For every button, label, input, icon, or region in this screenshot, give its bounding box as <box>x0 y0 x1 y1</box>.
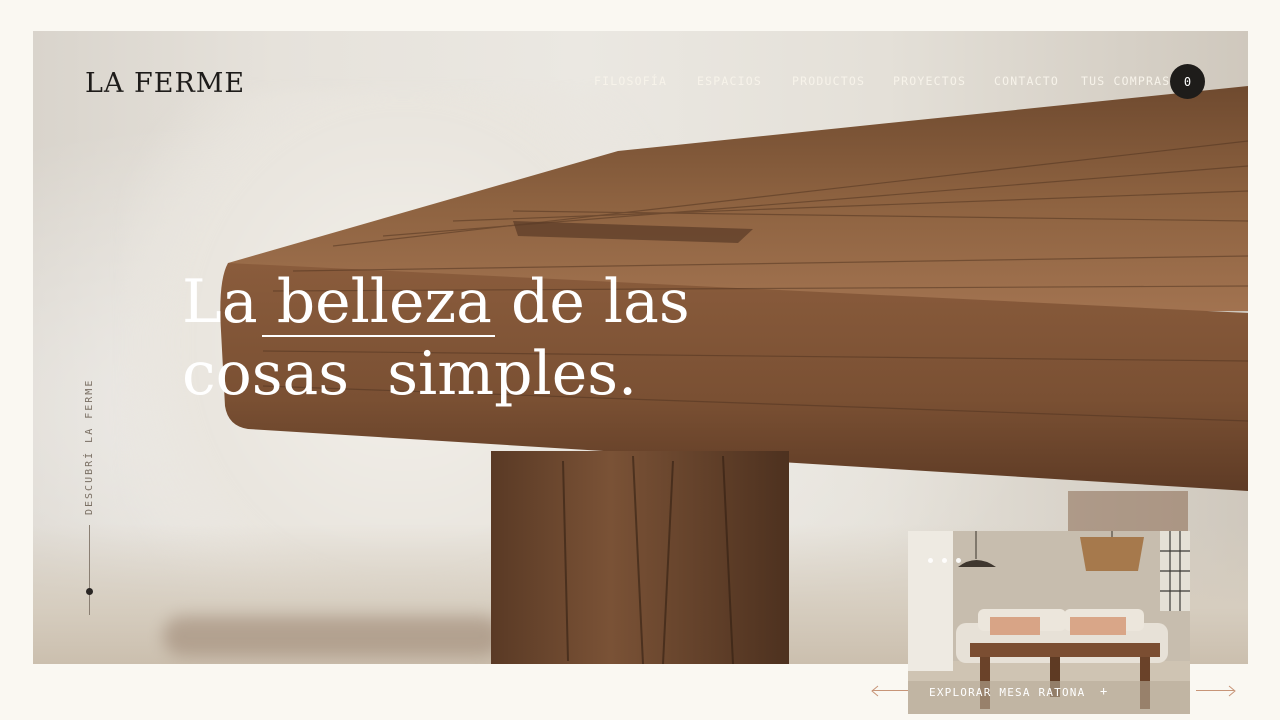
headline-underline <box>262 335 495 337</box>
nav-item-contacto[interactable]: CONTACTO <box>994 74 1059 88</box>
nav-item-productos[interactable]: PRODUCTOS <box>792 74 865 88</box>
chevron-left-icon[interactable] <box>870 685 882 697</box>
carousel-dot[interactable] <box>956 558 961 563</box>
chevron-right-icon[interactable] <box>1226 685 1238 697</box>
carousel-dot[interactable] <box>928 558 933 563</box>
hero-headline-line2: cosas simples. <box>182 339 638 409</box>
hero-headline: La belleza de las cosas simples. <box>182 266 742 410</box>
nav-item-proyectos[interactable]: PROYECTOS <box>893 74 966 88</box>
carousel-dot[interactable] <box>942 558 947 563</box>
carousel-dots[interactable] <box>928 548 970 567</box>
nav-item-tus-compras[interactable]: TUS COMPRAS <box>1081 74 1170 88</box>
hero-headline-line1: La belleza de las <box>182 267 690 337</box>
cart-count-badge[interactable]: 0 <box>1170 64 1205 99</box>
discover-vertical-label[interactable]: DESCUBRÍ LA FERME <box>84 379 95 515</box>
scroll-indicator-dot <box>86 588 93 595</box>
brand-logo[interactable]: LA FERME <box>85 68 245 99</box>
nav-item-filosofia[interactable]: FILOSOFÍA <box>594 74 667 88</box>
scroll-indicator-line <box>89 525 90 615</box>
plus-icon[interactable]: + <box>1100 684 1107 698</box>
nav-item-espacios[interactable]: ESPACIOS <box>697 74 762 88</box>
explore-caption[interactable]: EXPLORAR MESA RATONA <box>929 686 1085 699</box>
